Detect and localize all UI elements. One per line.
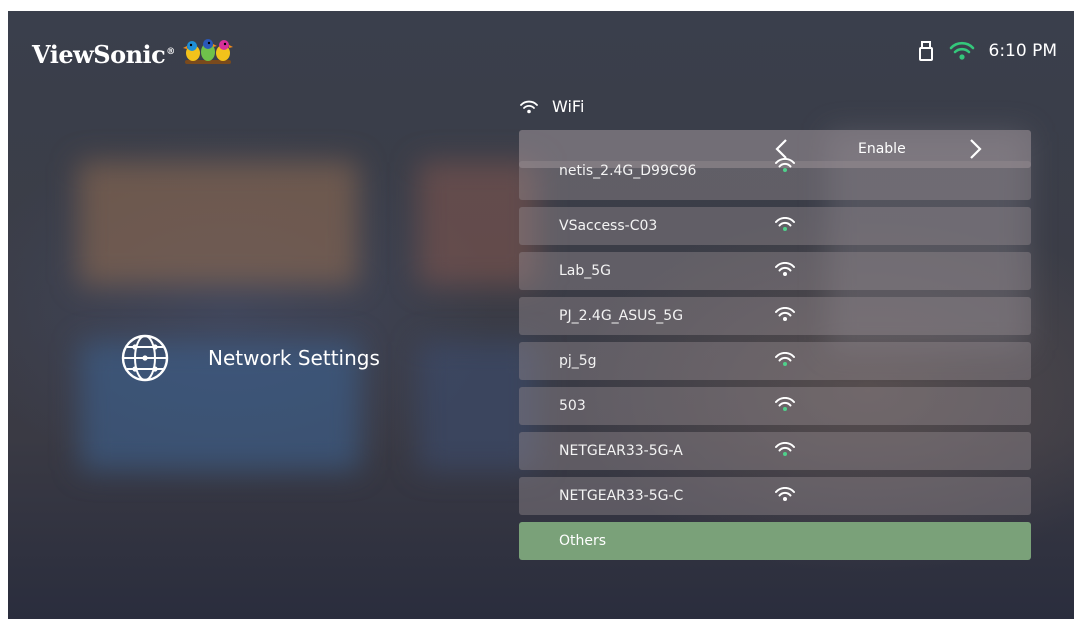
wifi-signal-icon [775,307,795,321]
wifi-icon [520,100,538,113]
wifi-network-item[interactable]: Lab_5G [519,252,1031,290]
network-ssid: VSaccess-C03 [559,218,658,234]
globe-network-icon [121,334,169,382]
wifi-network-list[interactable]: Enable netis_2.4G_D99C96 VSaccess-C03 La… [519,130,1031,560]
brand-text: ViewSonic [32,39,166,69]
brand-logo: ViewSonic® [32,38,237,70]
projector-screen: ViewSonic® 6:10 PM Network Settings WiFi… [8,11,1074,619]
category-label: Network Settings [208,346,380,370]
wifi-network-item[interactable]: NETGEAR33-5G-A [519,432,1031,470]
network-ssid: netis_2.4G_D99C96 [559,163,697,179]
clock: 6:10 PM [988,41,1058,61]
network-ssid: Lab_5G [559,263,612,279]
wifi-signal-icon [775,442,795,456]
wifi-signal-icon [775,352,795,366]
background-tile [78,161,358,286]
wifi-signal-icon [775,397,795,411]
wifi-network-item[interactable]: NETGEAR33-5G-C [519,477,1031,515]
network-ssid: PJ_2.4G_ASUS_5G [559,308,684,324]
wifi-connected-icon [949,41,974,60]
birds-logo-icon [182,39,233,64]
wifi-network-item[interactable]: 503 [519,387,1031,425]
wifi-signal-icon [775,262,795,276]
wifi-network-item[interactable]: pj_5g [519,342,1031,380]
network-ssid: NETGEAR33-5G-A [559,443,683,459]
wifi-network-item[interactable]: netis_2.4G_D99C96 [519,158,1031,200]
wifi-enable-value: Enable [858,141,906,157]
wifi-signal-icon [775,487,795,501]
status-bar: 6:10 PM [918,41,1058,61]
others-network-button[interactable]: Others [519,522,1031,560]
usb-drive-icon [918,41,933,61]
others-label: Others [559,533,607,549]
wifi-network-item[interactable]: PJ_2.4G_ASUS_5G [519,297,1031,335]
registered-mark: ® [166,46,175,57]
wifi-signal-icon [775,217,795,231]
brand-name: ViewSonic® [32,40,175,69]
chevron-left-icon[interactable] [774,138,788,160]
network-settings-category[interactable]: Network Settings [120,333,380,383]
network-ssid: NETGEAR33-5G-C [559,488,684,504]
wifi-network-item[interactable]: VSaccess-C03 [519,207,1031,245]
network-ssid: 503 [559,398,586,414]
wifi-title: WiFi [552,97,585,116]
wifi-signal-icon [775,158,795,172]
chevron-right-icon[interactable] [969,138,983,160]
network-ssid: pj_5g [559,353,597,369]
wifi-header: WiFi [520,97,584,116]
